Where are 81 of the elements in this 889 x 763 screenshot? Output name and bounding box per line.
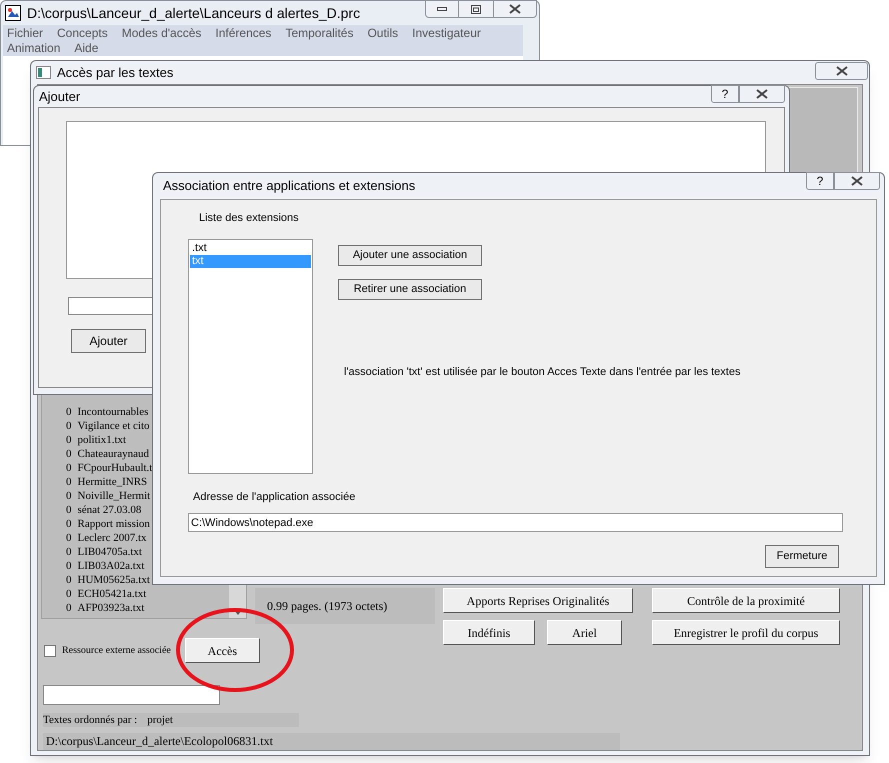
order-label: Textes ordonnés par : xyxy=(43,713,138,727)
menu-item[interactable]: Fichier xyxy=(7,26,44,41)
close-button[interactable] xyxy=(739,85,785,103)
file-name[interactable]: sénat 27.03.08 xyxy=(78,503,142,517)
menu-item[interactable]: Animation xyxy=(7,41,60,56)
file-count: 0 xyxy=(66,461,72,475)
dialog-title: Ajouter xyxy=(39,88,80,106)
file-name[interactable]: Hermitte_INRS xyxy=(78,475,148,489)
file-name[interactable]: Vigilance et cito xyxy=(78,419,150,433)
input-field[interactable] xyxy=(43,685,220,705)
menu-item[interactable]: Investigateur xyxy=(412,26,481,41)
close-button[interactable] xyxy=(815,62,868,80)
menu-item[interactable]: Inférences xyxy=(215,26,272,41)
access-button[interactable]: Accès xyxy=(184,638,260,663)
order-value: projet xyxy=(147,713,173,727)
help-button[interactable]: ? xyxy=(711,85,739,103)
close-icon[interactable] xyxy=(851,176,863,186)
address-label: Adresse de l'application associée xyxy=(193,490,356,504)
button[interactable]: Contrôle de la proximité xyxy=(652,588,840,613)
file-name[interactable]: HUM05625a.txt xyxy=(78,573,150,587)
list-label: Liste des extensions xyxy=(199,211,300,226)
window-icon xyxy=(36,66,51,79)
file-count: 0 xyxy=(66,419,72,433)
file-name[interactable]: LIB03A02a.txt xyxy=(78,559,144,573)
maximize-icon[interactable] xyxy=(471,4,481,14)
close-button[interactable] xyxy=(493,0,537,18)
button[interactable]: Indéfinis xyxy=(443,620,535,645)
info-text: l'association 'txt' est utilisée par le bouton Acces Texte dans l'entrée par les textes xyxy=(344,365,740,380)
button[interactable]: Ariel xyxy=(547,620,622,645)
window-title: Accès par les textes xyxy=(57,64,174,82)
minimize-button[interactable] xyxy=(425,0,459,18)
file-name[interactable]: politix1.txt xyxy=(78,433,126,447)
file-name[interactable]: Rapport mission xyxy=(78,517,150,531)
add-button[interactable]: Ajouter xyxy=(71,329,146,353)
file-name[interactable]: LIB04705a.txt xyxy=(78,545,142,559)
close-button[interactable]: Fermeture xyxy=(765,545,839,568)
menu-item[interactable]: Modes d'accès xyxy=(122,26,202,41)
file-count: 0 xyxy=(66,517,72,531)
file-count: 0 xyxy=(66,573,72,587)
file-count: 0 xyxy=(66,433,72,447)
file-count: 0 xyxy=(66,587,72,601)
file-count: 0 xyxy=(66,503,72,517)
file-path: D:\corpus\Lanceur_d_alerte\Ecolopol06831.txt xyxy=(43,733,620,750)
file-name[interactable]: Noiville_Hermit xyxy=(78,489,150,503)
dialog-title: Association entre applications et extensions xyxy=(163,177,416,196)
menu-item[interactable]: Temporalités xyxy=(285,26,354,41)
add-association-button[interactable]: Ajouter une association xyxy=(338,245,482,266)
button[interactable]: Enregistrer le profil du corpus xyxy=(652,620,840,645)
menu-item[interactable]: Aide xyxy=(74,41,98,56)
file-name[interactable]: Leclerc 2007.tx xyxy=(78,531,147,545)
window-title: D:\corpus\Lanceur_d_alerte\Lanceurs d alertes_D.prc xyxy=(27,4,360,23)
file-name[interactable]: Chateauraynaud xyxy=(78,447,149,461)
help-button[interactable]: ? xyxy=(806,172,834,190)
close-icon[interactable] xyxy=(756,89,768,99)
file-name[interactable]: AFP03923a.txt xyxy=(78,601,144,615)
file-name[interactable]: ECH05421a.txt xyxy=(78,587,146,601)
file-count: 0 xyxy=(66,601,72,615)
address-field[interactable]: C:\Windows\notepad.exe xyxy=(188,513,843,532)
file-count: 0 xyxy=(66,559,72,573)
checkbox[interactable] xyxy=(44,644,56,656)
file-count: 0 xyxy=(66,489,72,503)
file-count: 0 xyxy=(66,405,72,419)
close-icon[interactable] xyxy=(836,66,848,76)
page-info: 0.99 pages. (1973 octets) xyxy=(255,588,435,624)
remove-association-button[interactable]: Retirer une association xyxy=(338,279,482,300)
file-count: 0 xyxy=(66,545,72,559)
checkbox-label: Ressource externe associée xyxy=(62,644,171,658)
button[interactable]: Apports Reprises Originalités xyxy=(443,588,633,613)
list-item[interactable]: .txt xyxy=(190,242,311,254)
menu-item[interactable]: Concepts xyxy=(57,26,108,41)
maximize-button[interactable] xyxy=(459,0,493,18)
file-count: 0 xyxy=(66,447,72,461)
file-name[interactable]: FCpourHubault.t xyxy=(78,461,152,475)
minimize-icon[interactable] xyxy=(437,7,447,11)
file-count: 0 xyxy=(66,531,72,545)
close-icon[interactable] xyxy=(509,4,521,14)
file-name[interactable]: Incontournables xyxy=(78,405,148,419)
menu-item[interactable]: Outils xyxy=(367,26,398,41)
close-button[interactable] xyxy=(834,172,880,190)
app-icon xyxy=(5,5,21,21)
file-count: 0 xyxy=(66,475,72,489)
